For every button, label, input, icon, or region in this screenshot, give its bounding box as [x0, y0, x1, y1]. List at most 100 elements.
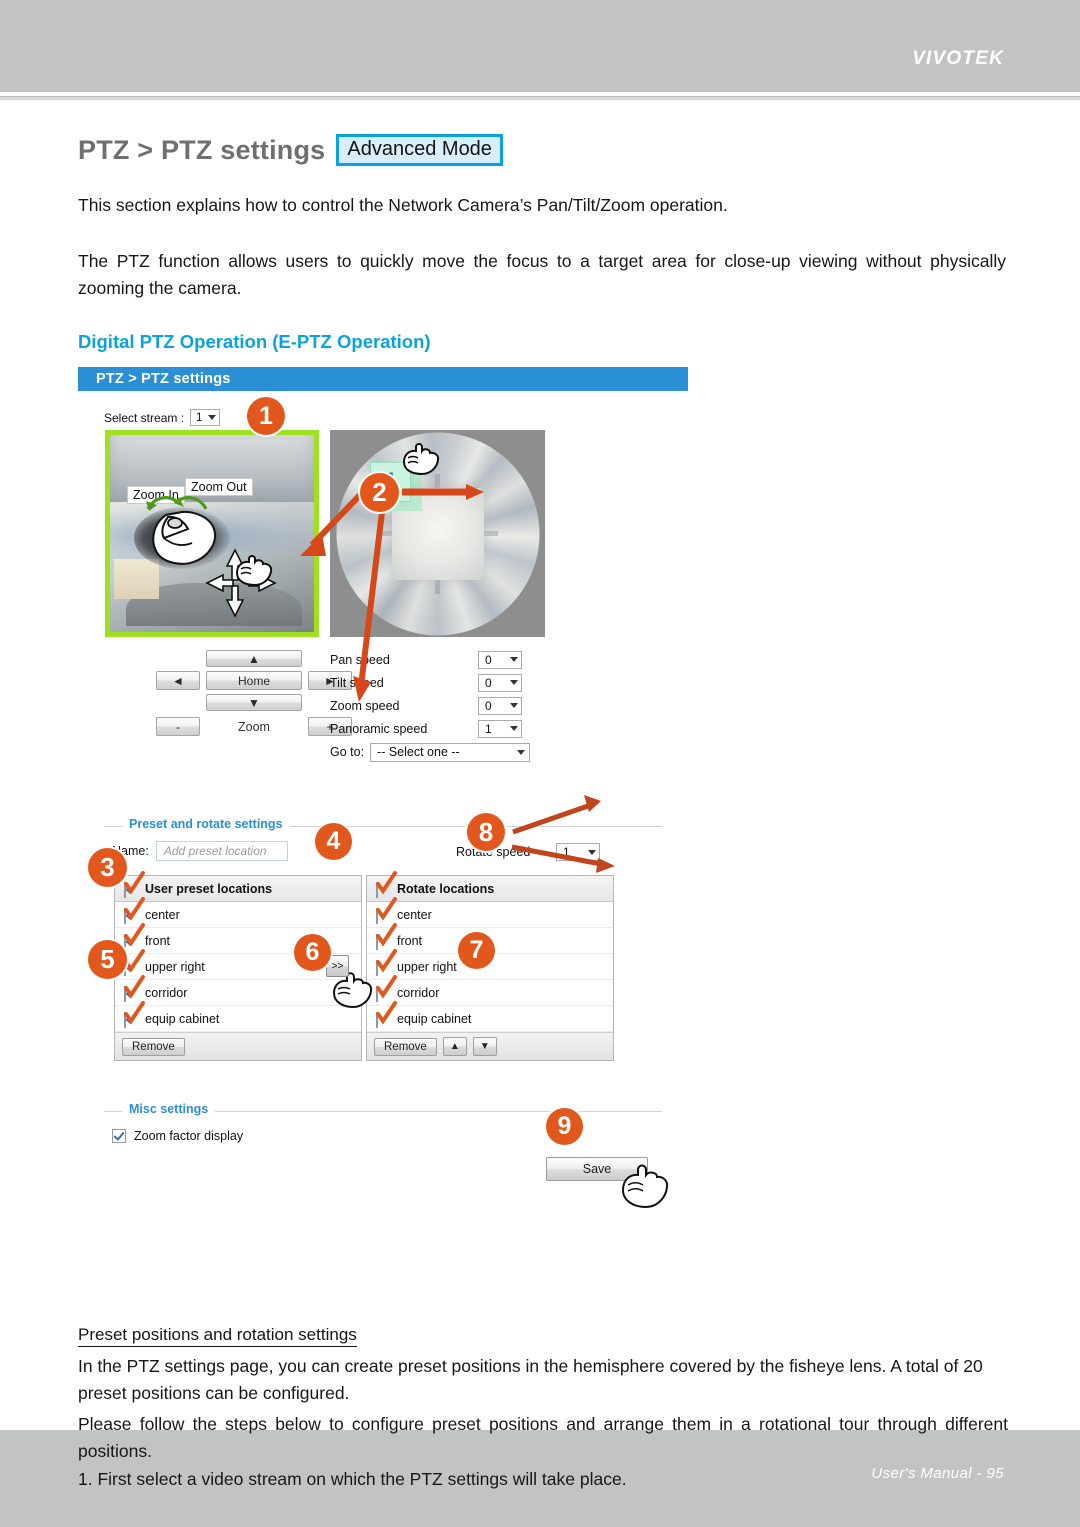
- select-stream-label: Select stream :: [104, 410, 185, 425]
- pan-up-button[interactable]: ▲: [206, 650, 302, 667]
- preset-checkbox-wrap[interactable]: [124, 922, 145, 950]
- rotate-locations-list: Rotate locations center front upper righ…: [366, 870, 614, 1061]
- preset-checkbox[interactable]: [124, 985, 126, 1002]
- list-item[interactable]: center: [367, 896, 613, 928]
- preset-positions-paragraph: In the PTZ settings page, you can create…: [78, 1356, 983, 1403]
- steps-intro-paragraph: Please follow the steps below to configu…: [78, 1414, 1008, 1461]
- zoom-speed-row: Zoom speed 0: [330, 695, 550, 716]
- rotate-checkbox[interactable]: [376, 933, 378, 950]
- preset-checkbox[interactable]: [124, 933, 126, 950]
- preset-name-input[interactable]: Add preset location: [155, 841, 288, 861]
- pointing-hand-icon: [621, 1164, 669, 1209]
- list-item[interactable]: corridor: [367, 974, 613, 1006]
- select-all-checkbox[interactable]: [124, 881, 126, 898]
- rotate-checkbox[interactable]: [376, 1011, 378, 1028]
- list-item-label: corridor: [145, 985, 188, 1000]
- callout-badge-8: 8: [467, 813, 505, 851]
- preset-checkbox-wrap[interactable]: [124, 974, 145, 1002]
- speed-settings-group: Pan speed 0 Tilt speed 0 Zoom speed 0 Pa…: [330, 649, 550, 763]
- pan-speed-row: Pan speed 0: [330, 649, 550, 670]
- pan-down-button[interactable]: ▼: [206, 694, 302, 711]
- header-divider: [0, 96, 1080, 100]
- page-title-text: PTZ > PTZ settings: [78, 134, 326, 165]
- zoom-factor-display-checkbox[interactable]: [112, 1129, 126, 1143]
- remove-preset-button[interactable]: Remove: [122, 1037, 185, 1056]
- rotate-speed-label: Rotate speed: [456, 845, 531, 859]
- rotate-checkbox[interactable]: [376, 985, 378, 1002]
- list-item[interactable]: equip cabinet: [367, 1000, 613, 1032]
- select-all-checkbox-wrap[interactable]: [124, 870, 145, 898]
- panoramic-speed-dropdown[interactable]: 1: [478, 719, 522, 738]
- list-item-label: front: [145, 933, 171, 948]
- preset-checkbox[interactable]: [124, 1011, 126, 1028]
- tilt-speed-row: Tilt speed 0: [330, 672, 550, 693]
- list-item[interactable]: center: [115, 896, 361, 928]
- select-stream-value: 1: [196, 411, 203, 424]
- rotate-speed-value: 1: [563, 845, 570, 859]
- rotate-checkbox-wrap[interactable]: [376, 974, 397, 1002]
- select-stream-row: Select stream : 1: [104, 409, 221, 426]
- zoom-out-button[interactable]: -: [156, 717, 200, 736]
- callout-badge-9: 9: [546, 1108, 583, 1145]
- zoom-factor-display-label: Zoom factor display: [134, 1129, 244, 1143]
- zoom-factor-display-row[interactable]: Zoom factor display: [112, 1129, 243, 1143]
- goto-value: -- Select one --: [377, 745, 460, 759]
- callout-badge-5: 5: [88, 940, 127, 979]
- rotate-checkbox-wrap[interactable]: [376, 1000, 397, 1028]
- list-item-label: upper right: [145, 959, 205, 974]
- pan-left-button[interactable]: ◄: [156, 671, 200, 690]
- rotate-checkbox-wrap[interactable]: [376, 948, 397, 976]
- move-up-button[interactable]: ▲: [442, 1037, 467, 1056]
- chevron-down-icon: [510, 680, 518, 685]
- preset-name-row: Name: Add preset location: [112, 841, 288, 861]
- zoom-speed-dropdown[interactable]: 0: [478, 696, 522, 715]
- preset-checkbox-wrap[interactable]: [124, 1000, 145, 1028]
- rotate-locations-header: Rotate locations: [367, 870, 613, 902]
- rotate-checkbox-wrap[interactable]: [376, 922, 397, 950]
- select-all-checkbox-wrap[interactable]: [376, 870, 397, 898]
- chevron-down-icon: [588, 849, 596, 855]
- list-item[interactable]: equip cabinet: [115, 1000, 361, 1032]
- preset-checkbox-wrap[interactable]: [124, 896, 145, 924]
- user-preset-footer: Remove: [115, 1032, 361, 1060]
- tilt-speed-label: Tilt speed: [330, 675, 384, 690]
- brand-logo: VIVOTEK: [912, 48, 1004, 69]
- preset-section-legend: Preset and rotate settings: [122, 817, 290, 831]
- user-preset-header-label: User preset locations: [145, 881, 273, 896]
- home-button[interactable]: Home: [206, 671, 302, 690]
- pan-speed-dropdown[interactable]: 0: [478, 650, 522, 669]
- list-item[interactable]: corridor: [115, 974, 361, 1006]
- tilt-speed-dropdown[interactable]: 0: [478, 673, 522, 692]
- select-all-checkbox[interactable]: [376, 881, 378, 898]
- remove-rotate-button[interactable]: Remove: [374, 1037, 437, 1056]
- ptz-direction-pad: ▲ Home ▼ ◄ ► - Zoom +: [156, 650, 356, 742]
- rotate-checkbox-wrap[interactable]: [376, 896, 397, 924]
- preset-checkbox[interactable]: [124, 907, 126, 924]
- goto-row: Go to: -- Select one --: [330, 741, 550, 763]
- goto-dropdown[interactable]: -- Select one --: [370, 742, 531, 762]
- callout-badge-3: 3: [88, 848, 127, 887]
- chevron-down-icon: [208, 415, 217, 420]
- callout-badge-4: 4: [315, 823, 352, 860]
- zoom-rotate-arrows-icon: [146, 496, 208, 511]
- move-down-button[interactable]: ▼: [472, 1037, 497, 1056]
- page-title: PTZ > PTZ settings Advanced Mode: [78, 134, 503, 166]
- user-preset-header: User preset locations: [115, 870, 361, 902]
- page-header: VIVOTEK: [0, 0, 1080, 92]
- rotate-speed-dropdown[interactable]: 1: [556, 843, 600, 861]
- live-view-panel[interactable]: Zoom In Zoom Out: [105, 430, 319, 637]
- select-stream-dropdown[interactable]: 1: [190, 409, 221, 426]
- section-heading: Digital PTZ Operation (E-PTZ Operation): [78, 331, 431, 352]
- fisheye-panorama-panel[interactable]: 1: [330, 430, 545, 637]
- pan-speed-value: 0: [485, 652, 492, 667]
- list-item-label: equip cabinet: [145, 1011, 220, 1026]
- list-item-label: equip cabinet: [397, 1011, 472, 1026]
- rotate-checkbox[interactable]: [376, 907, 378, 924]
- chevron-down-icon: [510, 703, 518, 708]
- rotate-checkbox[interactable]: [376, 959, 378, 976]
- pointing-hand-icon: [402, 443, 440, 476]
- list-item-label: corridor: [397, 985, 440, 1000]
- list-item-label: center: [145, 907, 180, 922]
- callout-badge-2: 2: [360, 473, 399, 512]
- rotate-locations-footer: Remove ▲ ▼: [367, 1032, 613, 1060]
